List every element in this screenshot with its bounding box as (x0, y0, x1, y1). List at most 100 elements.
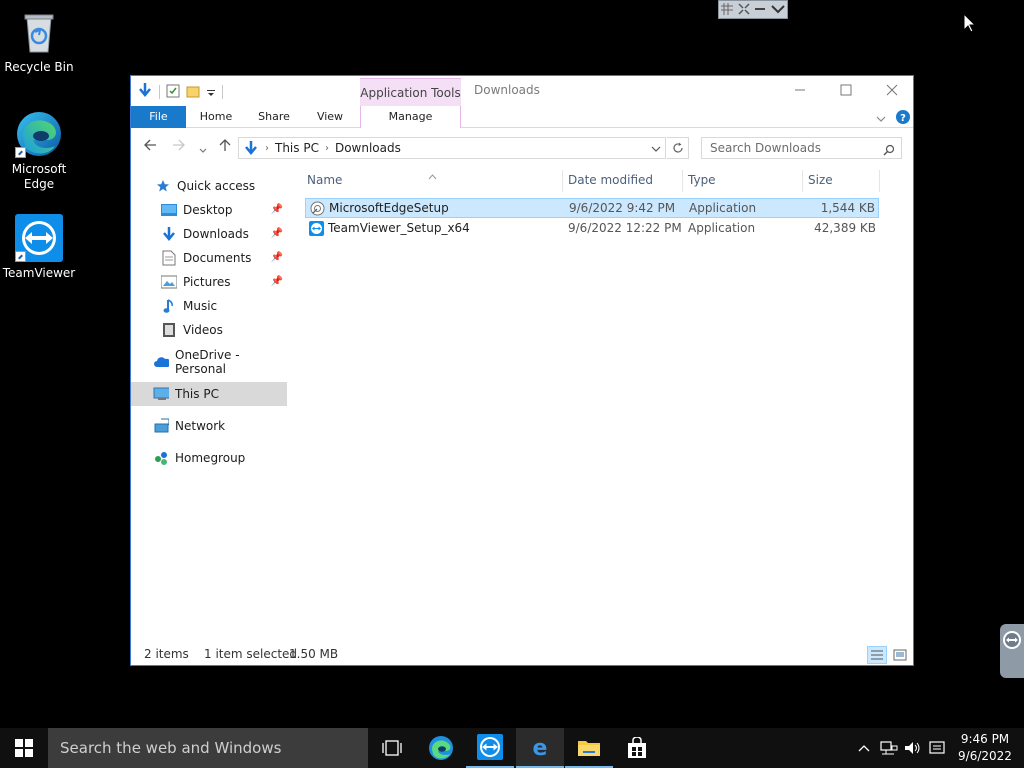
taskbar-search-input[interactable]: Search the web and Windows (48, 728, 368, 768)
taskbar-teamviewer-button[interactable] (466, 728, 514, 768)
taskbar-store-button[interactable] (613, 728, 661, 768)
taskbar-clock[interactable]: 9:46 PM 9/6/2022 (950, 731, 1020, 765)
taskbar-edge-button[interactable] (417, 728, 465, 768)
show-hidden-icons-button[interactable] (858, 728, 870, 768)
nav-documents[interactable]: Documents 📌 (131, 246, 287, 270)
minimize-icon[interactable] (754, 0, 766, 19)
file-row[interactable]: TeamViewer_Setup_x64 9/6/2022 12:22 PM A… (305, 219, 879, 239)
nav-quick-access[interactable]: Quick access (131, 174, 287, 198)
teamviewer-icon (477, 734, 503, 760)
nav-label: Music (183, 299, 218, 313)
svg-text:e: e (533, 736, 548, 759)
large-icons-view-button[interactable] (891, 646, 909, 664)
explorer-down-arrow-icon[interactable] (137, 82, 153, 102)
remote-toolbar[interactable] (718, 0, 788, 19)
teamviewer-icon (1003, 631, 1021, 649)
teamviewer-side-panel[interactable] (1000, 624, 1024, 678)
address-bar[interactable]: › This PC › Downloads (238, 137, 666, 159)
notification-icon (929, 741, 945, 754)
back-arrow-icon[interactable] (143, 138, 157, 156)
column-separator (562, 170, 563, 192)
nav-homegroup[interactable]: Homegroup (131, 446, 287, 470)
pictures-icon (161, 274, 177, 290)
recent-locations-icon[interactable] (199, 142, 207, 158)
maximize-button[interactable] (823, 76, 869, 104)
new-folder-icon[interactable] (186, 83, 200, 102)
properties-icon[interactable] (166, 83, 180, 102)
tab-home[interactable]: Home (193, 106, 239, 128)
column-header-name[interactable]: Name (307, 165, 557, 195)
nav-label: Videos (183, 323, 223, 337)
nav-desktop[interactable]: Desktop 📌 (131, 198, 287, 222)
nav-label: Network (175, 419, 226, 433)
shortcut-arrow-icon (15, 251, 26, 262)
nav-downloads[interactable]: Downloads 📌 (131, 222, 287, 246)
file-row[interactable]: MicrosoftEdgeSetup 9/6/2022 9:42 PM Appl… (305, 198, 879, 218)
recycle-bin-icon (15, 8, 63, 56)
help-icon[interactable]: ? (895, 109, 911, 129)
column-header-type[interactable]: Type (688, 165, 798, 195)
column-header-date[interactable]: Date modified (568, 165, 678, 195)
nav-label: Downloads (183, 227, 249, 241)
desktop-icon-teamviewer[interactable]: TeamViewer (1, 214, 77, 281)
task-view-button[interactable] (368, 728, 416, 768)
nav-music[interactable]: Music (131, 294, 287, 318)
nav-label: Quick access (177, 179, 256, 193)
nav-this-pc[interactable]: This PC (131, 382, 287, 406)
chevron-down-icon[interactable] (771, 0, 785, 19)
file-date: 9/6/2022 12:22 PM (568, 221, 682, 235)
address-dropdown-icon[interactable] (651, 143, 661, 157)
nav-label: Pictures (183, 275, 231, 289)
desktop-icon-label: Recycle Bin (4, 60, 74, 74)
breadcrumb-this-pc[interactable]: This PC (275, 141, 319, 155)
action-center-button[interactable] (929, 728, 945, 768)
tab-file[interactable]: File (131, 106, 186, 128)
pin-icon[interactable]: 📌 (271, 276, 283, 287)
desktop-icon-recycle-bin[interactable]: Recycle Bin (1, 8, 77, 75)
selection-count: 1 item selected (204, 647, 298, 661)
window-title: Downloads (474, 83, 540, 97)
nav-pictures[interactable]: Pictures 📌 (131, 270, 287, 294)
nav-label: Homegroup (175, 451, 246, 465)
chevron-up-icon (858, 745, 870, 752)
tab-manage[interactable]: Manage (360, 106, 461, 128)
forward-arrow-icon[interactable] (172, 138, 186, 156)
application-tools-tab[interactable]: Application Tools (360, 78, 461, 106)
edge-legacy-icon: e (533, 736, 548, 759)
breadcrumb-downloads[interactable]: Downloads (335, 141, 401, 155)
network-tray-button[interactable] (880, 728, 898, 768)
status-bar: 2 items 1 item selected 1.50 MB (131, 644, 913, 666)
search-input[interactable]: Search Downloads (701, 137, 902, 159)
close-button[interactable] (869, 76, 915, 104)
nav-onedrive[interactable]: OneDrive - Personal (131, 348, 287, 376)
desktop-icon-edge[interactable]: Microsoft Edge (1, 110, 77, 192)
grid-icon[interactable] (721, 0, 734, 19)
minimize-button[interactable] (777, 76, 823, 104)
tab-view[interactable]: View (307, 106, 353, 128)
search-icon (883, 142, 895, 162)
nav-videos[interactable]: Videos (131, 318, 287, 342)
details-view-button[interactable] (867, 646, 887, 664)
store-icon (628, 737, 646, 758)
column-header-size[interactable]: Size (808, 165, 878, 195)
pin-icon[interactable]: 📌 (271, 228, 283, 239)
documents-icon (161, 250, 177, 266)
expand-ribbon-icon[interactable] (875, 110, 887, 129)
pin-icon[interactable]: 📌 (271, 204, 283, 215)
nav-network[interactable]: Network (131, 414, 287, 438)
up-arrow-icon[interactable] (218, 138, 232, 156)
installer-icon (310, 201, 325, 216)
clock-time: 9:46 PM (960, 732, 1010, 746)
volume-tray-button[interactable] (904, 728, 922, 768)
customize-qat-icon[interactable] (206, 83, 216, 102)
taskbar-ie-edge-button[interactable]: e (516, 728, 564, 768)
tab-share[interactable]: Share (251, 106, 297, 128)
refresh-button[interactable] (667, 137, 689, 159)
title-bar[interactable]: Application Tools Downloads (131, 76, 913, 106)
videos-icon (161, 322, 177, 338)
collapse-icon[interactable] (738, 0, 750, 19)
pin-icon[interactable]: 📌 (271, 252, 283, 263)
start-button[interactable] (0, 728, 48, 768)
taskbar-file-explorer-button[interactable] (565, 728, 613, 768)
cloud-icon (153, 354, 169, 370)
